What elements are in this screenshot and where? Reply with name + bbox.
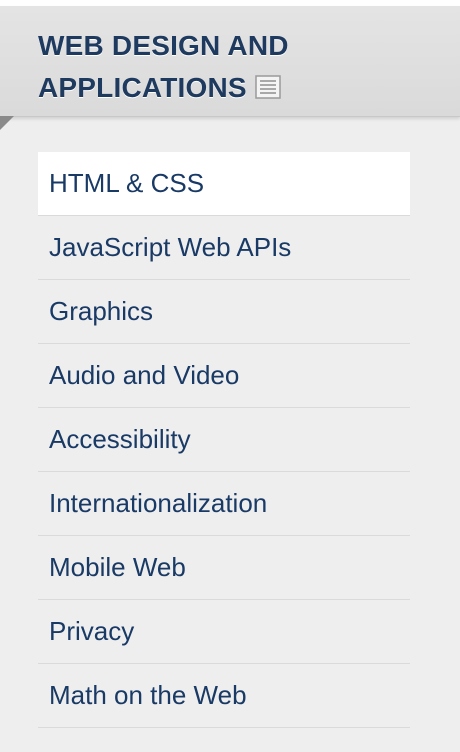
- menu-link-accessibility[interactable]: Accessibility: [38, 408, 410, 470]
- menu-item-internationalization[interactable]: Internationalization: [38, 472, 410, 536]
- menu-link-mobile-web[interactable]: Mobile Web: [38, 536, 410, 598]
- menu-link-html-css[interactable]: HTML & CSS: [38, 152, 410, 214]
- section-title: WEB DESIGN AND APPLICATIONS: [38, 25, 438, 109]
- menu-link-graphics[interactable]: Graphics: [38, 280, 410, 342]
- menu-item-audio-video[interactable]: Audio and Video: [38, 344, 410, 408]
- section-title-line1: WEB DESIGN AND: [38, 30, 289, 61]
- section-title-line2: APPLICATIONS: [38, 72, 247, 103]
- menu-item-graphics[interactable]: Graphics: [38, 280, 410, 344]
- menu-link-javascript-web-apis[interactable]: JavaScript Web APIs: [38, 216, 410, 278]
- section-menu: HTML & CSS JavaScript Web APIs Graphics …: [38, 152, 410, 728]
- document-icon[interactable]: [255, 69, 281, 99]
- menu-item-accessibility[interactable]: Accessibility: [38, 408, 410, 472]
- menu-item-mobile-web[interactable]: Mobile Web: [38, 536, 410, 600]
- menu-link-audio-video[interactable]: Audio and Video: [38, 344, 410, 406]
- section-header: WEB DESIGN AND APPLICATIONS: [0, 6, 460, 117]
- menu-link-privacy[interactable]: Privacy: [38, 600, 410, 662]
- menu-item-javascript-web-apis[interactable]: JavaScript Web APIs: [38, 216, 410, 280]
- menu-item-html-css[interactable]: HTML & CSS: [38, 152, 410, 216]
- menu-item-privacy[interactable]: Privacy: [38, 600, 410, 664]
- section-title-line2-wrap: APPLICATIONS: [38, 67, 438, 109]
- menu-link-internationalization[interactable]: Internationalization: [38, 472, 410, 534]
- sidebar-panel: WEB DESIGN AND APPLICATIONS HTML & CSS J…: [0, 6, 460, 752]
- menu-item-math-on-the-web[interactable]: Math on the Web: [38, 664, 410, 728]
- header-fold-shadow: [0, 116, 14, 130]
- menu-link-math-on-the-web[interactable]: Math on the Web: [38, 664, 410, 726]
